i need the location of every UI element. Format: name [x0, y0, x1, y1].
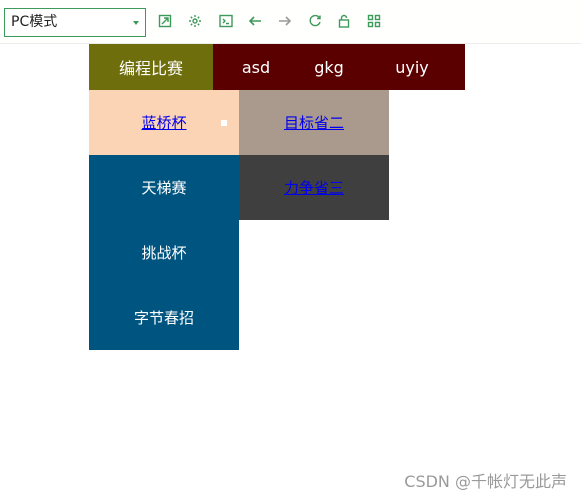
grid-icon[interactable]	[366, 13, 382, 29]
nav-item-asd[interactable]: asd	[213, 44, 299, 90]
top-nav: 编程比赛 asd gkg uyiy	[89, 44, 465, 90]
browser-toolbar: PC模式	[0, 0, 581, 44]
menu-item-lanqiao[interactable]: 蓝桥杯	[89, 90, 239, 155]
link-strive[interactable]: 力争省三	[284, 177, 344, 198]
nav-item-contest[interactable]: 编程比赛	[89, 44, 213, 90]
forward-arrow-icon[interactable]	[277, 13, 293, 29]
terminal-icon[interactable]	[218, 13, 234, 29]
mode-select[interactable]: PC模式	[4, 8, 146, 37]
submenu-item-target[interactable]: 目标省二	[239, 90, 389, 155]
nav-item-uyiy[interactable]: uyiy	[359, 44, 465, 90]
link-target[interactable]: 目标省二	[284, 112, 344, 133]
nav-item-gkg[interactable]: gkg	[299, 44, 359, 90]
back-arrow-icon[interactable]	[247, 13, 263, 29]
refresh-icon[interactable]	[307, 13, 323, 29]
submenu-item-strive[interactable]: 力争省三	[239, 155, 389, 220]
menu-item-zijie[interactable]: 字节春招	[89, 285, 239, 350]
gear-icon[interactable]	[187, 13, 203, 29]
chevron-down-icon	[133, 21, 139, 25]
popout-icon[interactable]	[157, 13, 173, 29]
menu-item-tianti[interactable]: 天梯赛	[89, 155, 239, 220]
watermark: CSDN @千帐灯无此声	[404, 472, 567, 491]
indicator-square	[221, 120, 227, 126]
menu-item-tiaozhan[interactable]: 挑战杯	[89, 220, 239, 285]
mode-select-value: PC模式	[11, 14, 58, 30]
lock-icon[interactable]	[336, 13, 352, 29]
link-lanqiao[interactable]: 蓝桥杯	[141, 112, 186, 133]
